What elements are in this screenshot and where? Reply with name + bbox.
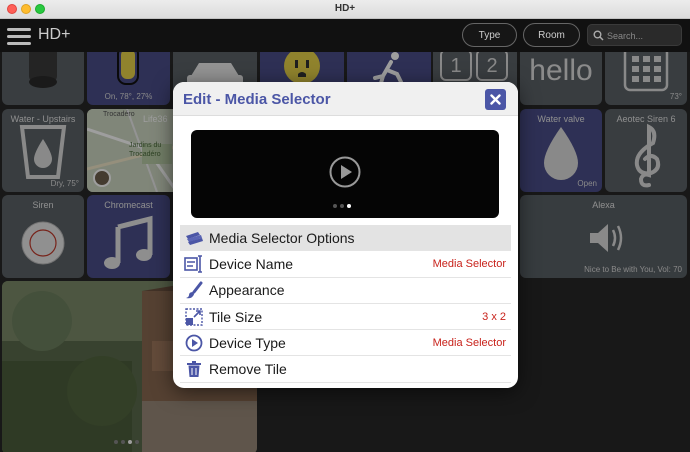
option-tile-size[interactable]: Tile Size 3 x 2 — [180, 304, 511, 331]
room-filter-button[interactable]: Room — [523, 23, 580, 47]
option-device-type-value: Media Selector — [432, 337, 506, 350]
option-device-type-label: Device Type — [209, 334, 286, 351]
paintbrush-icon — [183, 279, 205, 301]
media-selector-icon — [183, 227, 205, 249]
option-appearance[interactable]: Appearance — [180, 278, 511, 304]
edit-tile-dialog: Edit - Media Selector Media Selector Opt… — [173, 82, 518, 388]
options-header-label: Media Selector Options — [209, 229, 355, 246]
dialog-header: Edit - Media Selector — [173, 82, 518, 116]
window-titlebar: HD+ — [0, 0, 690, 19]
play-circle-icon — [183, 332, 205, 354]
app-name: HD+ — [38, 26, 71, 43]
option-remove-tile-label: Remove Tile — [209, 361, 287, 378]
play-icon[interactable] — [329, 156, 361, 188]
menu-icon[interactable] — [7, 27, 31, 45]
options-header: Media Selector Options — [180, 225, 511, 252]
preview-page-dots[interactable] — [333, 204, 351, 208]
search-input[interactable] — [607, 28, 679, 43]
type-filter-button[interactable]: Type — [462, 23, 517, 47]
option-device-name-label: Device Name — [209, 255, 294, 272]
options-list: Media Selector Options Device Name Media… — [180, 225, 511, 383]
option-remove-tile[interactable]: Remove Tile — [180, 356, 511, 383]
close-icon — [490, 94, 501, 105]
search-box — [587, 24, 682, 46]
dialog-title: Edit - Media Selector — [183, 91, 331, 108]
app-toolbar: HD+ Type Room — [0, 19, 690, 52]
tile-preview[interactable] — [191, 130, 499, 218]
option-appearance-label: Appearance — [209, 282, 285, 299]
window-title: HD+ — [334, 3, 356, 14]
close-button[interactable] — [485, 89, 506, 110]
search-icon — [593, 30, 604, 41]
option-device-type[interactable]: Device Type Media Selector — [180, 330, 511, 357]
device-name-icon — [183, 253, 205, 275]
option-tile-size-value: 3 x 2 — [482, 310, 506, 323]
option-device-name[interactable]: Device Name Media Selector — [180, 251, 511, 278]
option-tile-size-label: Tile Size — [209, 308, 263, 325]
option-device-name-value: Media Selector — [432, 258, 506, 271]
resize-icon — [183, 306, 205, 328]
trash-icon — [183, 358, 205, 380]
